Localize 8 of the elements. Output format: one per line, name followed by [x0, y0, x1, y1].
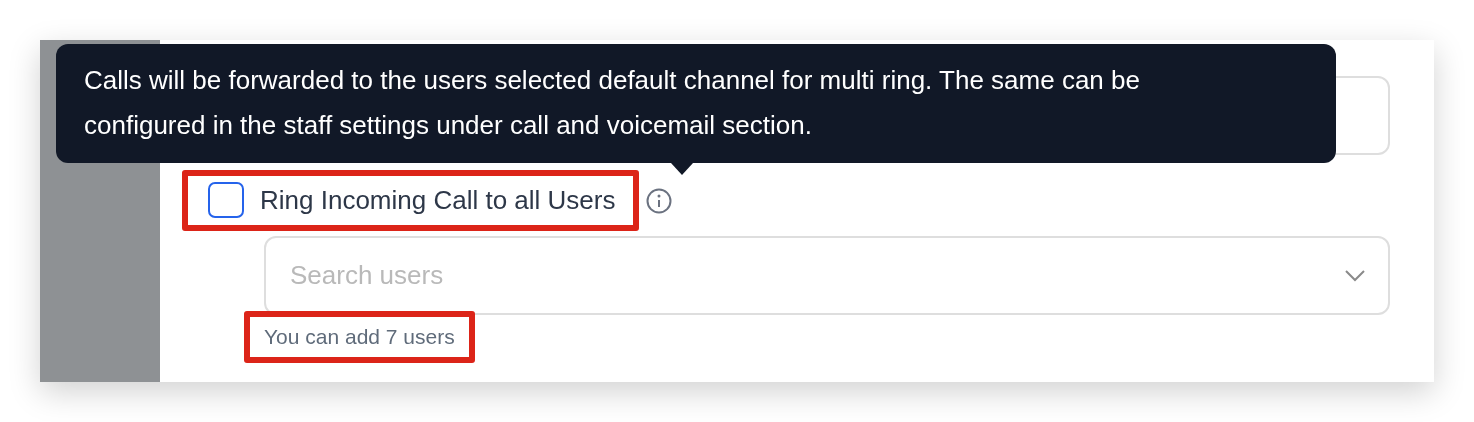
- chevron-down-icon[interactable]: [1344, 268, 1366, 283]
- tooltip-text: Calls will be forwarded to the users selected default channel for multi ring. The same can be configured in the staff settings under call and voicemail section.: [84, 65, 1140, 140]
- checkbox[interactable]: [208, 182, 244, 218]
- checkbox-label: Ring Incoming Call to all Users: [260, 184, 616, 216]
- search-field[interactable]: Search users: [264, 236, 1390, 315]
- helper-text: You can add 7 users: [263, 324, 456, 350]
- info-icon[interactable]: [645, 186, 674, 215]
- search-input[interactable]: Search users: [288, 259, 1344, 292]
